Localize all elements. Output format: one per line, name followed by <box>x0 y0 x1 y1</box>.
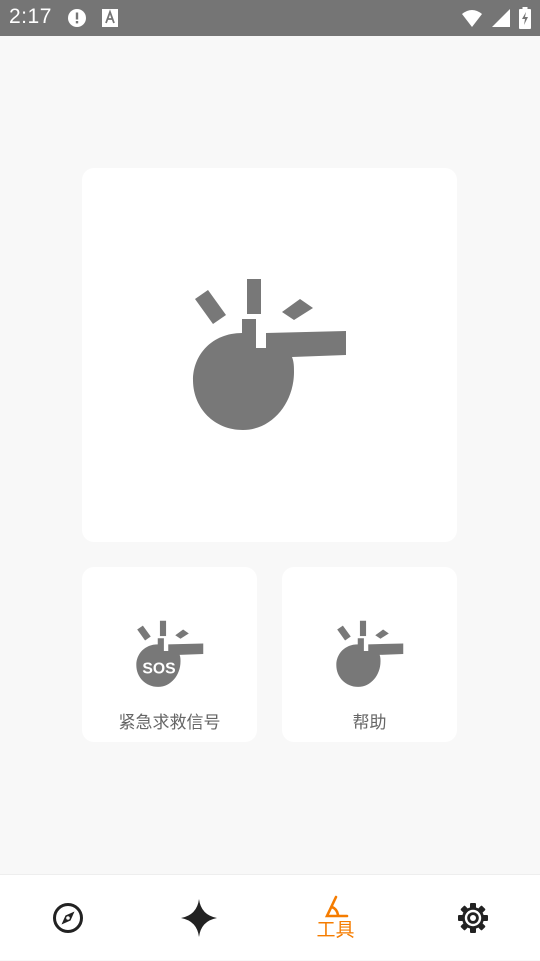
whistle-icon <box>193 279 346 430</box>
tools-icon <box>324 895 348 918</box>
help-card[interactable]: 帮助 <box>282 567 457 742</box>
status-right-icons <box>461 7 531 33</box>
sos-label: 紧急求救信号 <box>118 713 221 733</box>
status-time: 2:17 <box>9 5 52 28</box>
nav-sparkle[interactable] <box>131 875 266 961</box>
bottom-nav: 工具 <box>0 874 540 960</box>
compass-icon <box>52 903 83 933</box>
status-left-icons <box>67 8 119 32</box>
keyboard-a-icon <box>101 8 119 32</box>
battery-charging-icon <box>519 7 531 33</box>
nav-tools[interactable]: 工具 <box>268 875 403 961</box>
whistle-card[interactable] <box>82 168 457 542</box>
sparkle-icon <box>180 899 217 937</box>
sos-whistle-icon: SOS <box>136 620 204 687</box>
help-whistle-icon <box>336 620 404 687</box>
wifi-icon <box>461 8 483 32</box>
signal-icon <box>491 8 511 32</box>
alert-icon <box>67 8 87 32</box>
sos-badge: SOS <box>142 660 175 677</box>
sos-card[interactable]: SOS 紧急求救信号 <box>82 567 257 742</box>
status-bar: 2:17 <box>0 0 540 36</box>
nav-settings[interactable] <box>405 875 540 961</box>
nav-compass[interactable] <box>0 875 135 961</box>
gear-icon <box>457 903 488 933</box>
help-label: 帮助 <box>352 713 387 733</box>
nav-tools-label: 工具 <box>316 919 355 941</box>
